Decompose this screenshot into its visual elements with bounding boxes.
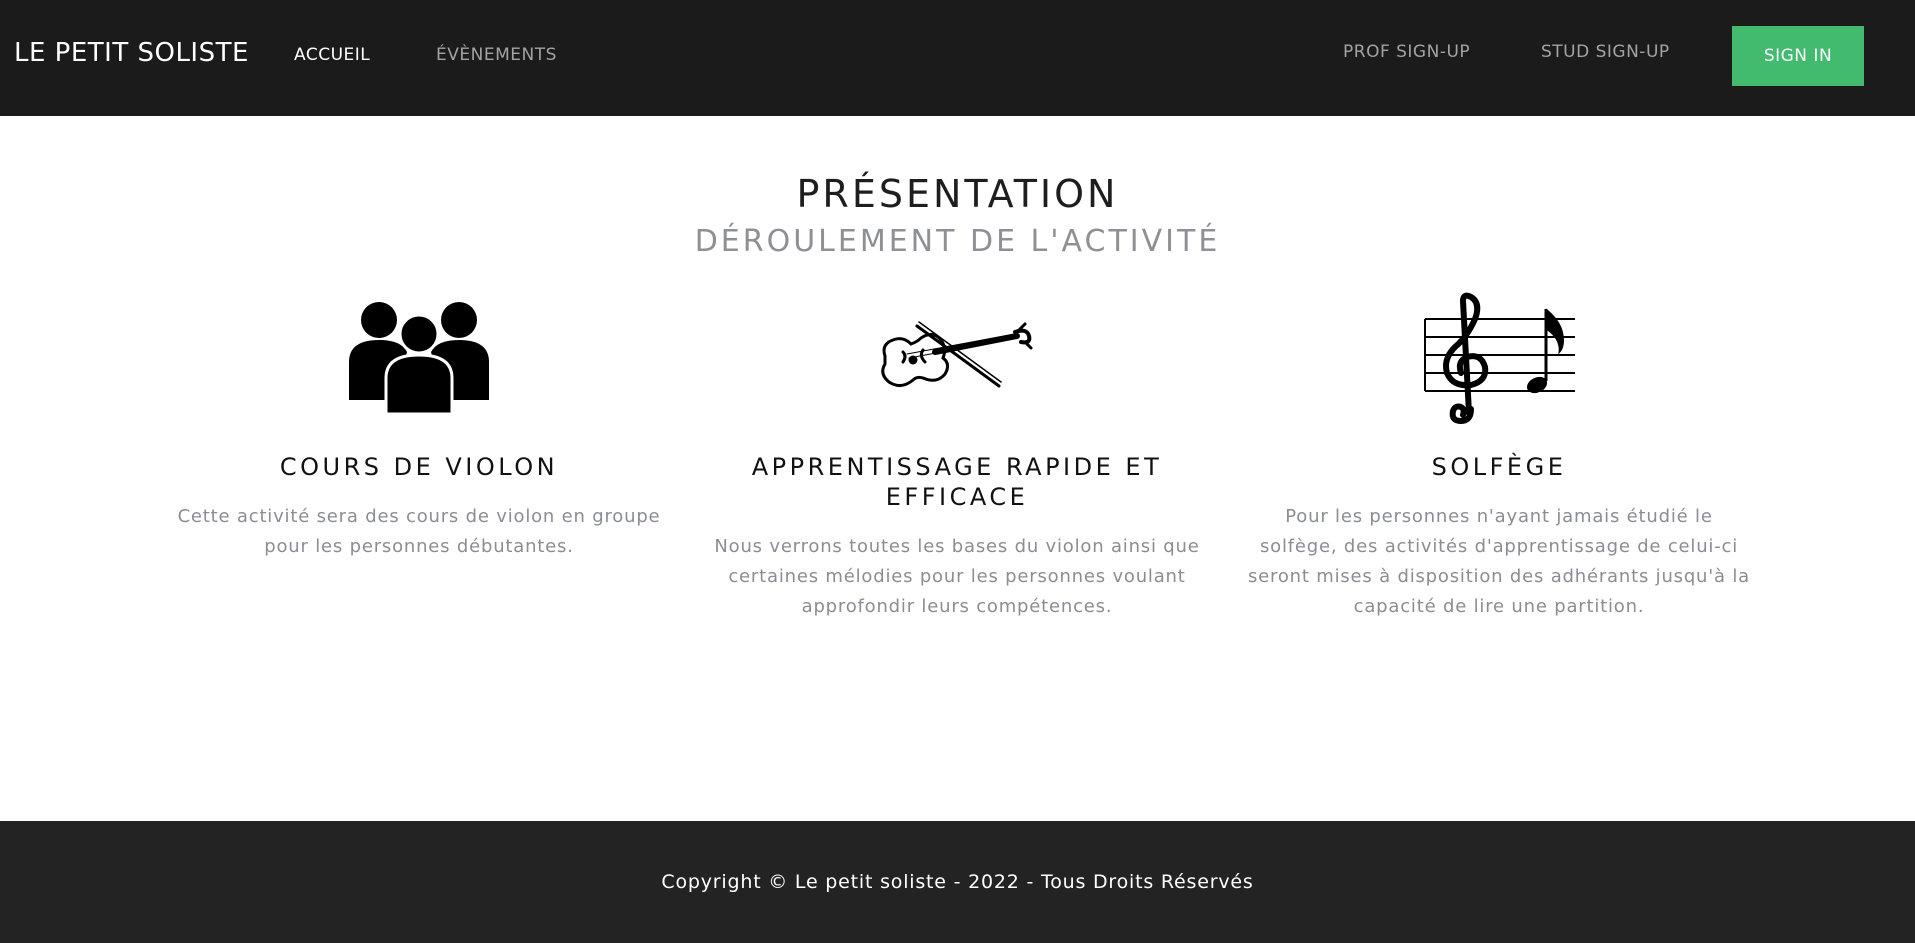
nav-link-evenements[interactable]: ÉVÈNEMENTS [436, 45, 557, 65]
feature-title: SOLFÈGE [1431, 453, 1567, 481]
violin-icon [704, 288, 1210, 428]
section-title: PRÉSENTATION [796, 172, 1119, 216]
feature-description: Pour les personnes n'ayant jamais étudié… [1247, 506, 1750, 617]
feature-card-violin-lessons: COURS DE VIOLON Cette activité sera des … [166, 288, 672, 557]
navbar: LE PETIT SOLISTE ACCUEIL ÉVÈNEMENTS PROF… [0, 0, 1915, 116]
feature-title: COURS DE VIOLON [279, 453, 559, 481]
group-of-people-icon [166, 288, 672, 428]
copyright-text: Copyright © Le petit soliste - 2022 - To… [661, 871, 1254, 893]
feature-description: Cette activité sera des cours de violon … [177, 506, 661, 557]
section-subtitle: DÉROULEMENT DE L'ACTIVITÉ [694, 224, 1221, 259]
sign-in-button[interactable]: SIGN IN [1732, 26, 1864, 86]
treble-clef-note-icon [1246, 288, 1752, 428]
brand-logo[interactable]: LE PETIT SOLISTE [14, 38, 249, 68]
nav-link-stud-signup[interactable]: STUD SIGN-UP [1541, 42, 1670, 62]
feature-card-solfege: SOLFÈGE Pour les personnes n'ayant jamai… [1246, 288, 1752, 617]
feature-title: APPRENTISSAGE RAPIDE ET EFFICACE [751, 453, 1163, 511]
nav-link-accueil[interactable]: ACCUEIL [294, 45, 370, 65]
feature-card-fast-learning: APPRENTISSAGE RAPIDE ET EFFICACE Nous ve… [704, 288, 1210, 617]
footer: Copyright © Le petit soliste - 2022 - To… [0, 821, 1915, 943]
feature-description: Nous verrons toutes les bases du violon … [714, 536, 1200, 617]
nav-link-prof-signup[interactable]: PROF SIGN-UP [1343, 42, 1470, 62]
